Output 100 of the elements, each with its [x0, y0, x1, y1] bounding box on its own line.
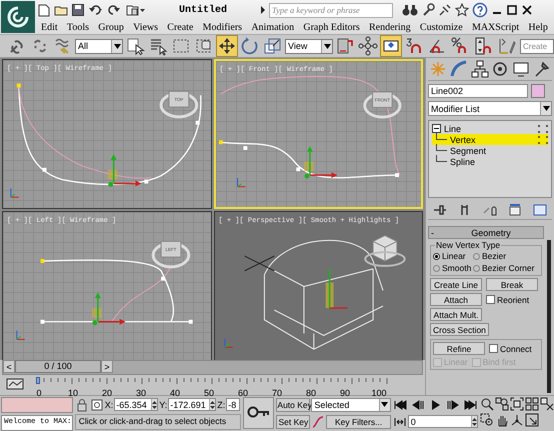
modifier-list-dropdown[interactable]: Modifier List [428, 101, 552, 116]
radio-button[interactable] [433, 264, 440, 272]
key-filters-button[interactable]: Key Filters... [326, 414, 391, 428]
radio-button[interactable] [473, 264, 480, 272]
set-key-button[interactable]: Set Key [276, 414, 310, 428]
redo-icon[interactable] [107, 3, 123, 17]
maxscript-input-field[interactable] [1, 397, 73, 413]
wrench-icon[interactable] [421, 3, 436, 17]
next-frame-button[interactable]: > [101, 360, 113, 373]
dropdown-arrow-icon[interactable] [324, 44, 330, 48]
key-mode-dropdown[interactable]: Selected [311, 398, 391, 412]
menu-item[interactable]: Graph Editors [303, 22, 360, 32]
maximize-viewport-icon[interactable] [525, 413, 539, 427]
move-gizmo[interactable] [325, 268, 347, 309]
menu-item[interactable]: Tools [66, 22, 90, 32]
menu-item[interactable]: MAXScript [472, 22, 520, 32]
checkbox[interactable] [486, 295, 495, 304]
dropdown-arrow-icon[interactable] [542, 106, 550, 111]
move-icon[interactable] [216, 35, 238, 57]
previous-key-icon[interactable] [410, 398, 425, 410]
pin-stack-icon[interactable] [432, 203, 448, 217]
auto-key-button[interactable]: Auto Key [276, 398, 310, 412]
scrollbar[interactable] [547, 240, 551, 393]
spinner-arrows-icon[interactable] [472, 416, 477, 426]
zoom-icon[interactable] [480, 397, 494, 411]
close-icon[interactable] [521, 4, 534, 16]
tangent-icon[interactable] [311, 414, 326, 428]
next-key-icon[interactable] [446, 398, 460, 410]
menu-item[interactable]: Edit [41, 22, 58, 32]
stack-subitem[interactable]: Vertex [432, 134, 548, 145]
go-to-end-icon[interactable] [464, 398, 478, 410]
object-name-field[interactable]: Line002 [428, 84, 528, 98]
command-button[interactable]: Attach [430, 293, 482, 306]
zoom-all-icon[interactable] [495, 397, 509, 411]
help-icon[interactable] [472, 2, 488, 18]
key-mode-toggle-icon[interactable] [392, 416, 407, 428]
stack-subitem[interactable]: Segment [432, 145, 548, 156]
orbit-icon[interactable] [510, 413, 524, 427]
motion-tab-icon[interactable] [491, 60, 510, 78]
search-field[interactable]: Type a keyword or phrase [269, 2, 394, 18]
move-gizmo[interactable] [304, 146, 337, 178]
zoom-extents-all-icon[interactable] [525, 397, 539, 411]
expand-arrow-icon[interactable] [260, 5, 266, 15]
current-frame-marker[interactable] [36, 377, 40, 384]
zoom-extents-icon[interactable] [510, 397, 524, 411]
binoculars-icon[interactable] [402, 3, 418, 17]
undo-icon[interactable] [88, 3, 104, 17]
configure-sets-icon[interactable] [532, 203, 548, 217]
checkbox-option[interactable]: Reorient [486, 294, 530, 304]
utilities-tab-icon[interactable] [532, 60, 551, 78]
coordinate-field[interactable]: -8 [226, 398, 240, 411]
current-frame-field[interactable]: 0 [408, 415, 478, 428]
curve-editor-icon[interactable] [6, 377, 24, 391]
viewcube-dice-icon[interactable] [364, 234, 406, 267]
satellite-icon[interactable] [438, 3, 452, 17]
set-key-mode-icon[interactable] [243, 397, 274, 429]
region-zoom-icon[interactable] [480, 413, 494, 427]
rollout-header[interactable]: - Geometry [428, 226, 544, 239]
dropdown-arrow-icon[interactable] [381, 402, 388, 407]
move-gizmo[interactable] [108, 154, 142, 187]
menu-item[interactable]: Views [133, 22, 158, 32]
command-button[interactable]: Break [486, 278, 538, 291]
menu-item[interactable]: Help [528, 22, 548, 32]
radio-button[interactable] [433, 252, 440, 260]
time-slider-track[interactable]: < 0 / 100 > [2, 360, 423, 375]
stack-subitem[interactable]: Spline [432, 156, 548, 167]
menu-item[interactable]: Create [167, 22, 194, 32]
radio-button[interactable] [473, 252, 480, 260]
spline-drawing[interactable] [40, 259, 193, 324]
star-icon[interactable] [455, 3, 470, 17]
lock-icon[interactable] [74, 398, 89, 412]
time-slider-thumb[interactable]: < 0 / 100 > [3, 360, 113, 373]
radio-option[interactable]: Bezier Corner [473, 263, 539, 273]
menu-item[interactable]: Group [98, 22, 124, 32]
hierarchy-tab-icon[interactable] [470, 60, 489, 78]
coordinate-field[interactable]: -172.691 [168, 398, 216, 411]
radio-option[interactable]: Smooth [433, 263, 473, 273]
previous-frame-button[interactable]: < [3, 360, 15, 373]
object-color-swatch[interactable] [531, 84, 545, 98]
checkbox-option[interactable]: Connect [489, 344, 532, 354]
dropdown-arrow-icon[interactable] [114, 44, 120, 48]
menu-item[interactable]: Rendering [369, 22, 411, 32]
project-folder-icon[interactable] [126, 3, 146, 17]
checkbox[interactable] [489, 344, 498, 353]
command-button[interactable]: Attach Mult. [430, 308, 482, 321]
collapse-toggle-icon[interactable] [432, 124, 441, 133]
dropdown[interactable]: All [75, 38, 123, 54]
absolute-mode-icon[interactable] [90, 398, 104, 412]
command-button[interactable]: Refine [433, 342, 485, 355]
save-icon[interactable] [71, 3, 85, 17]
wireframe-shape-drawing[interactable] [244, 240, 383, 350]
spinner-arrows-icon[interactable] [210, 400, 216, 410]
field-of-view-icon[interactable] [540, 397, 554, 411]
menu-item[interactable]: Animation [251, 22, 294, 32]
menu-item[interactable]: Modifiers [202, 22, 242, 32]
radio-option[interactable]: Linear [433, 251, 473, 261]
remove-modifier-icon[interactable] [506, 203, 523, 217]
named-selection-field[interactable]: Create [520, 38, 554, 54]
stack-item[interactable]: Line [432, 123, 548, 134]
dropdown[interactable]: View [285, 38, 333, 54]
